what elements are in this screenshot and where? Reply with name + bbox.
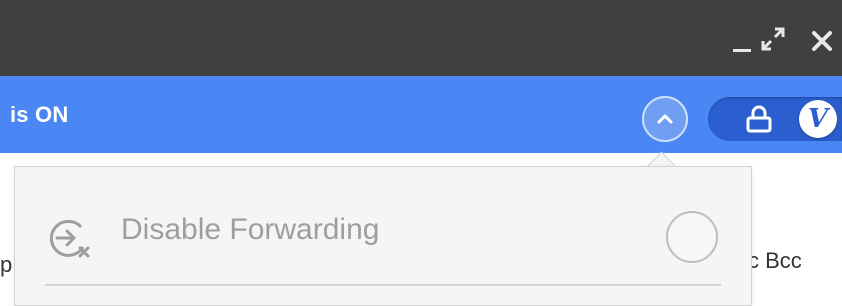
menu-item-label: Disable Forwarding: [121, 213, 380, 246]
toggle-knob[interactable]: V: [799, 100, 837, 138]
maximize-button[interactable]: [760, 26, 786, 52]
expand-icon: [761, 27, 785, 51]
radio-button[interactable]: [666, 211, 718, 263]
menu-item-disable-forwarding[interactable]: Disable Forwarding: [15, 167, 751, 287]
window-titlebar: [0, 0, 842, 76]
brand-logo-letter: V: [807, 104, 829, 134]
encryption-toggle[interactable]: V: [708, 97, 842, 141]
chevron-up-icon: [657, 114, 673, 124]
options-dropdown: Disable Forwarding: [14, 166, 752, 306]
cc-bcc-links[interactable]: c Bcc: [748, 248, 802, 274]
banner-status-text: is ON: [10, 102, 69, 127]
background-text-fragment: p: [0, 252, 13, 277]
close-icon: [812, 31, 832, 51]
disable-forwarding-icon: [49, 219, 90, 258]
status-banner: is ON V: [0, 76, 842, 153]
lock-icon: [746, 105, 772, 133]
minimize-button[interactable]: [731, 30, 757, 54]
collapse-button[interactable]: [642, 96, 688, 142]
divider: [45, 284, 721, 286]
close-button[interactable]: [807, 26, 837, 56]
